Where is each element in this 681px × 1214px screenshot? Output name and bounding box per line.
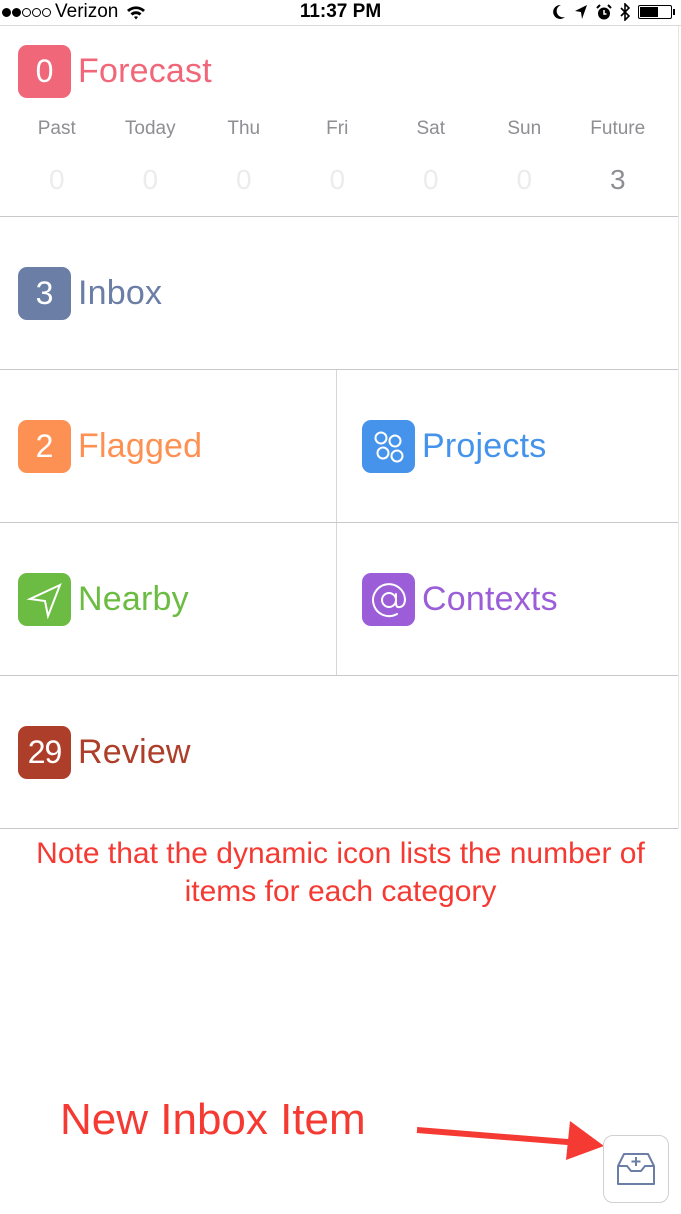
- projects-perspective[interactable]: Projects: [362, 420, 546, 473]
- forecast-day-name: Today: [124, 118, 176, 139]
- forecast-day-name: Sun: [507, 118, 542, 139]
- review-perspective[interactable]: 29 Review: [18, 726, 191, 779]
- forecast-day-name: Fri: [326, 118, 349, 139]
- forecast-day-thu[interactable]: Thu 0: [197, 114, 291, 196]
- new-inbox-item-button[interactable]: [603, 1135, 669, 1203]
- projects-badge: [362, 420, 415, 473]
- forecast-perspective[interactable]: 0 Forecast: [18, 45, 212, 98]
- flagged-label: Flagged: [78, 427, 203, 465]
- flagged-projects-row: 2 Flagged Projects: [0, 370, 678, 523]
- battery-tip: [673, 9, 675, 15]
- nearby-cell[interactable]: Nearby: [0, 523, 337, 675]
- inbox-count: 3: [35, 275, 54, 311]
- contexts-badge: [362, 573, 415, 626]
- nearby-badge: [18, 573, 71, 626]
- forecast-count: 0: [35, 53, 54, 89]
- moon-icon: [553, 4, 565, 19]
- forecast-row[interactable]: 0 Forecast Past 0 Today 0 Thu 0 Fri 0 Sa…: [0, 26, 678, 217]
- forecast-day-count: 0: [142, 164, 159, 195]
- forecast-day-fri[interactable]: Fri 0: [291, 114, 385, 196]
- annotation-arrow-icon: [416, 1121, 604, 1160]
- projects-label: Projects: [422, 427, 547, 465]
- contexts-label: Contexts: [422, 580, 558, 618]
- location-arrow-icon: [25, 582, 62, 619]
- forecast-day-count: 0: [235, 164, 252, 195]
- nearby-perspective[interactable]: Nearby: [18, 573, 189, 626]
- forecast-day-count: 0: [422, 164, 439, 195]
- inbox-tray-plus-icon: [617, 1153, 655, 1185]
- battery-body: [638, 5, 672, 19]
- status-right: [552, 0, 675, 24]
- flagged-count: 2: [35, 428, 54, 464]
- annotation-note: Note that the dynamic icon lists the num…: [36, 837, 645, 908]
- annotation-new-inbox-label: New Inbox Item: [60, 1095, 366, 1144]
- review-count: 29: [27, 734, 63, 770]
- alarm-icon: [596, 3, 612, 19]
- forecast-day-count: 0: [48, 164, 65, 195]
- forecast-days: Past 0 Today 0 Thu 0 Fri 0 Sat 0 Sun 0 F…: [10, 114, 674, 196]
- forecast-badge: 0: [18, 45, 71, 98]
- location-arrow-icon: [575, 5, 587, 19]
- bluetooth-icon: [620, 3, 630, 21]
- forecast-day-count: 3: [609, 164, 626, 195]
- forecast-day-name: Past: [37, 118, 76, 139]
- forecast-day-sun[interactable]: Sun 0: [478, 114, 572, 196]
- forecast-day-name: Thu: [227, 118, 261, 139]
- forecast-day-name: Sat: [416, 118, 446, 139]
- inbox-perspective[interactable]: 3 Inbox: [18, 267, 162, 320]
- review-badge: 29: [18, 726, 71, 779]
- nearby-contexts-row: Nearby Contexts: [0, 523, 678, 676]
- contexts-cell[interactable]: Contexts: [337, 523, 678, 675]
- battery-level: [640, 7, 658, 17]
- flagged-badge: 2: [18, 420, 71, 473]
- forecast-label: Forecast: [78, 52, 212, 90]
- review-label: Review: [78, 733, 191, 771]
- status-bar: Verizon 11:37 PM: [0, 0, 681, 26]
- projects-cell[interactable]: Projects: [337, 370, 678, 522]
- at-sign-icon: [371, 582, 406, 617]
- review-row[interactable]: 29 Review: [0, 676, 678, 829]
- flagged-perspective[interactable]: 2 Flagged: [18, 420, 202, 473]
- flagged-cell[interactable]: 2 Flagged: [0, 370, 337, 522]
- forecast-day-past[interactable]: Past 0: [10, 114, 104, 196]
- forecast-day-count: 0: [516, 164, 533, 195]
- forecast-day-today[interactable]: Today 0: [104, 114, 198, 196]
- projects-circles-icon: [374, 431, 403, 462]
- nearby-label: Nearby: [78, 580, 189, 618]
- forecast-day-sat[interactable]: Sat 0: [384, 114, 478, 196]
- perspectives-grid: 0 Forecast Past 0 Today 0 Thu 0 Fri 0 Sa…: [0, 26, 679, 829]
- contexts-perspective[interactable]: Contexts: [362, 573, 558, 626]
- forecast-day-future[interactable]: Future 3: [571, 114, 665, 196]
- inbox-label: Inbox: [78, 274, 163, 312]
- inbox-badge: 3: [18, 267, 71, 320]
- forecast-day-name: Future: [590, 118, 646, 139]
- inbox-row[interactable]: 3 Inbox: [0, 217, 678, 370]
- forecast-day-count: 0: [329, 164, 346, 195]
- battery-icon: [638, 5, 675, 19]
